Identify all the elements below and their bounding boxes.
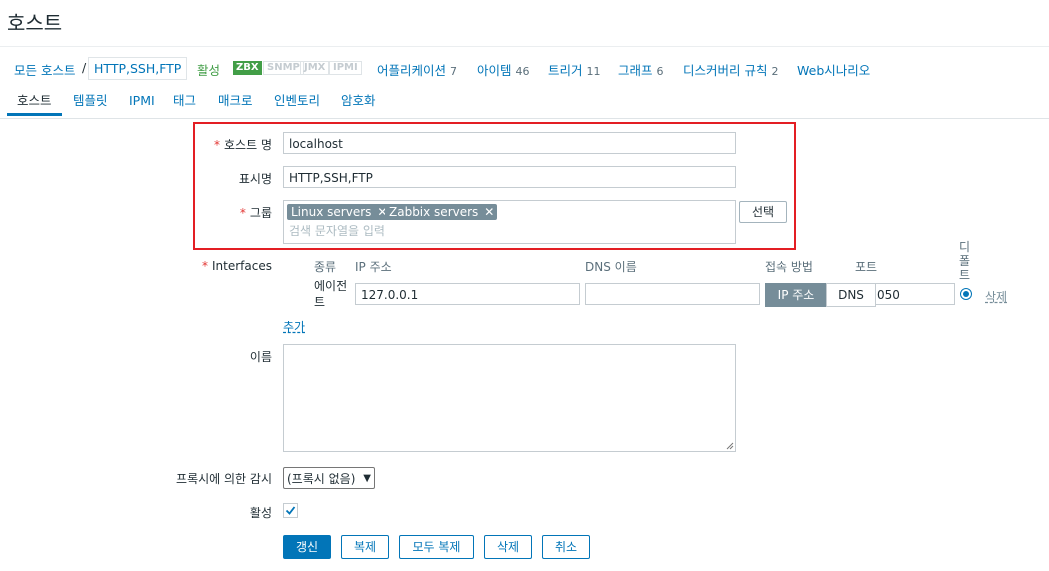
interface-ip-header: IP 주소 bbox=[355, 260, 392, 274]
interface-default-header: 디폴트 bbox=[959, 240, 971, 282]
all-hosts-link[interactable]: 모든 호스트 bbox=[14, 60, 75, 79]
snmp-availability-badge: SNMP bbox=[263, 61, 304, 75]
add-interface-link[interactable]: 추가 bbox=[283, 318, 305, 335]
checkmark-icon bbox=[285, 506, 296, 515]
jmx-availability-badge: JMX bbox=[300, 61, 330, 75]
host-tabs: 호스트 템플릿 IPMI 태그 매크로 인벤토리 암호화 bbox=[0, 88, 1049, 119]
proxy-select[interactable]: (프록시 없음) ▼ bbox=[283, 467, 375, 489]
clone-button[interactable]: 복제 bbox=[341, 535, 389, 559]
interface-dns-input[interactable] bbox=[585, 283, 760, 305]
host-status[interactable]: 활성 bbox=[197, 60, 220, 79]
tab-host[interactable]: 호스트 bbox=[7, 92, 62, 116]
enabled-label: 활성 bbox=[249, 506, 272, 520]
breadcrumb-separator: / bbox=[82, 60, 87, 75]
group-chip: Zabbix servers ✕ bbox=[385, 204, 498, 220]
zbx-availability-badge: ZBX bbox=[233, 61, 262, 75]
full-clone-button[interactable]: 모두 복제 bbox=[399, 535, 474, 559]
groups-label: * 그룹 bbox=[239, 206, 272, 220]
hostname-label: * 호스트 명 bbox=[214, 138, 272, 152]
proxy-select-value: (프록시 없음) bbox=[287, 472, 356, 486]
groups-search-placeholder[interactable]: 검색 문자열을 입력 bbox=[289, 222, 385, 240]
hostname-input[interactable]: localhost bbox=[283, 132, 736, 154]
interface-connect-header: 접속 방법 bbox=[765, 260, 813, 274]
discovery-rules-link[interactable]: 디스커버리 규칙 2 bbox=[683, 60, 778, 79]
select-groups-button[interactable]: 선택 bbox=[739, 201, 787, 223]
tab-tags[interactable]: 태그 bbox=[163, 92, 206, 116]
interface-port-header: 포트 bbox=[855, 260, 878, 274]
interface-ip-input[interactable]: 127.0.0.1 bbox=[355, 283, 580, 305]
host-navigation-bar: 모든 호스트 / HTTP,SSH,FTP 활성 ZBX SNMP JMX IP… bbox=[0, 46, 1049, 89]
current-host-link[interactable]: HTTP,SSH,FTP bbox=[88, 57, 188, 80]
triggers-link[interactable]: 트리거 11 bbox=[548, 60, 601, 79]
interfaces-label: * Interfaces bbox=[202, 259, 272, 273]
interface-type-header: 종류 bbox=[314, 260, 337, 274]
remove-chip-icon[interactable]: ✕ bbox=[484, 205, 494, 219]
interface-dns-header: DNS 이름 bbox=[585, 260, 637, 274]
remove-interface-link[interactable]: 삭제 bbox=[985, 288, 1007, 305]
groups-multiselect[interactable]: Linux servers ✕ Zabbix servers ✕ 검색 문자열을 입… bbox=[283, 200, 736, 244]
cancel-button[interactable]: 취소 bbox=[542, 535, 590, 559]
enabled-checkbox[interactable] bbox=[283, 503, 298, 518]
connect-dns-toggle[interactable]: DNS bbox=[826, 283, 876, 307]
delete-button[interactable]: 삭제 bbox=[484, 535, 532, 559]
page-title: 호스트 bbox=[7, 11, 63, 35]
tab-macros[interactable]: 매크로 bbox=[208, 92, 263, 116]
items-link[interactable]: 아이템 46 bbox=[477, 60, 530, 79]
graphs-link[interactable]: 그래프 6 bbox=[618, 60, 664, 79]
connect-ip-toggle[interactable]: IP 주소 bbox=[765, 283, 827, 307]
interface-type: 에이전트 bbox=[314, 279, 348, 309]
default-interface-radio[interactable] bbox=[960, 288, 972, 300]
chevron-down-icon: ▼ bbox=[363, 473, 371, 484]
proxy-label: 프록시에 의한 감시 bbox=[176, 472, 272, 486]
tab-ipmi[interactable]: IPMI bbox=[119, 92, 165, 116]
visible-name-input[interactable]: HTTP,SSH,FTP bbox=[283, 166, 736, 188]
ipmi-availability-badge: IPMI bbox=[329, 61, 362, 75]
description-textarea[interactable] bbox=[283, 344, 736, 452]
resize-handle-icon[interactable] bbox=[726, 442, 734, 450]
tab-templates[interactable]: 템플릿 bbox=[63, 92, 118, 116]
applications-link[interactable]: 어플리케이션 7 bbox=[377, 60, 457, 79]
tab-inventory[interactable]: 인벤토리 bbox=[264, 92, 330, 116]
web-scenarios-link[interactable]: Web시나리오 bbox=[797, 60, 870, 79]
group-chip: Linux servers ✕ bbox=[287, 204, 391, 220]
tab-encryption[interactable]: 암호화 bbox=[331, 92, 386, 116]
interface-port-input[interactable]: 050 bbox=[875, 283, 955, 305]
description-label: 이름 bbox=[249, 350, 272, 364]
visible-name-label: 표시명 bbox=[238, 172, 272, 186]
update-button[interactable]: 갱신 bbox=[283, 535, 331, 559]
